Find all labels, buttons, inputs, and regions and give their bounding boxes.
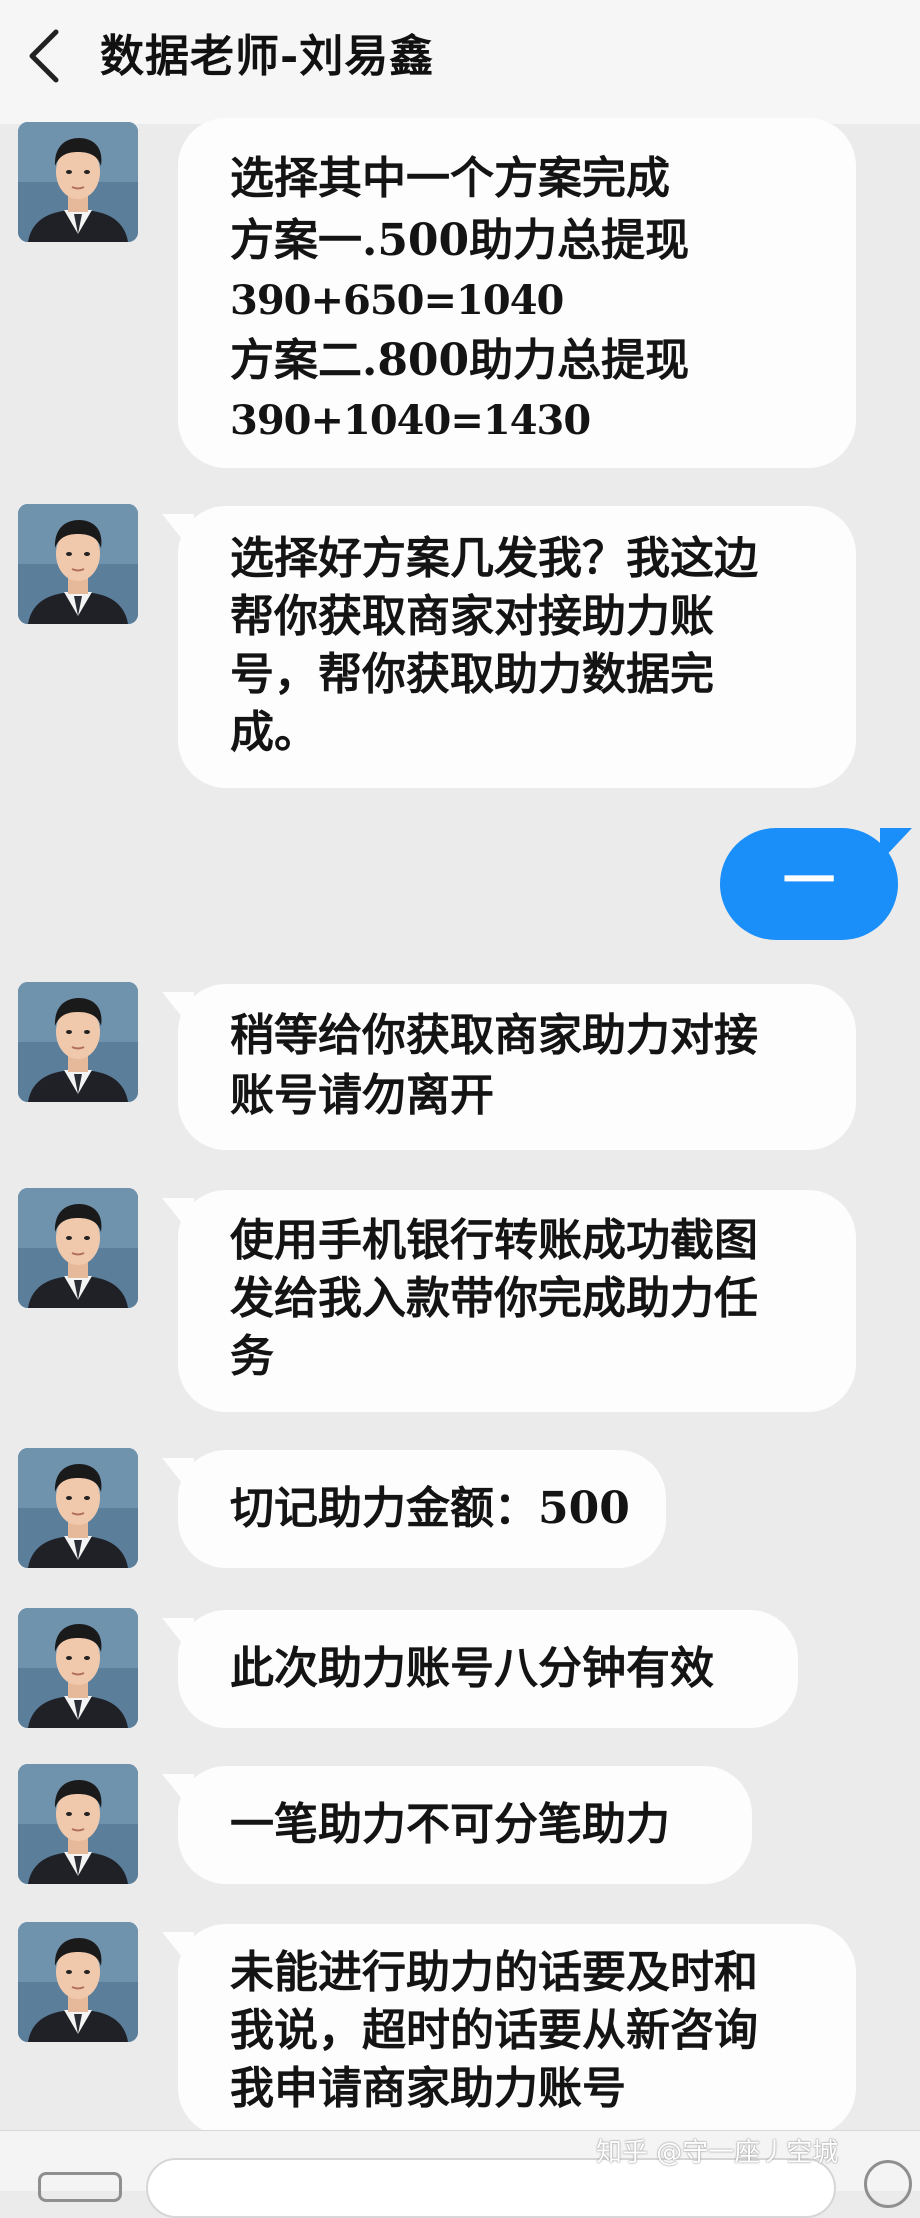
message-line: 选择好方案几发我？我这边 <box>230 533 758 584</box>
message-bubble: 选择好方案几发我？我这边 帮你获取商家对接助力账 号，帮你获取助力数据完 成。 <box>162 506 856 788</box>
message-line: 选择其中一个方案完成 <box>230 153 670 204</box>
message-bubble: 一笔助力不可分笔助力 <box>162 1766 752 1884</box>
bubble-tail <box>162 1774 194 1814</box>
bubble-tail <box>162 1458 194 1498</box>
message-line: 成。 <box>230 707 318 758</box>
bubble-tail <box>162 514 194 554</box>
message-line: 帮你获取商家对接助力账 <box>230 591 714 642</box>
message-bubble: 稍等给你获取商家助力对接 账号请勿离开 <box>162 984 856 1150</box>
message-line: 账号请勿离开 <box>230 1070 494 1121</box>
message-line: 390+1040=1430 <box>230 397 591 444</box>
message-line: 一笔助力不可分笔助力 <box>230 1799 670 1850</box>
avatar[interactable] <box>18 1188 138 1308</box>
avatar[interactable] <box>18 982 138 1102</box>
watermark: 知乎 @守一座丿空城 <box>596 2138 839 2168</box>
bubble-tail <box>162 992 194 1032</box>
avatar[interactable] <box>18 1448 138 1568</box>
message-line: 390+650=1040 <box>230 277 564 324</box>
message-bubble: 切记助力金额：500 <box>162 1450 666 1568</box>
message-line: 此次助力账号八分钟有效 <box>230 1643 714 1694</box>
keyboard-icon[interactable] <box>38 2172 122 2202</box>
avatar[interactable] <box>18 1764 138 1884</box>
message-bubble: 未能进行助力的话要及时和 我说，超时的话要从新咨询 我申请商家助力账号 <box>162 1924 856 2136</box>
message-line: 号，帮你获取助力数据完 <box>230 649 714 700</box>
message-line: 使用手机银行转账成功截图 <box>230 1215 758 1266</box>
message-line: 未能进行助力的话要及时和 <box>230 1947 758 1998</box>
message-bubble: 选择其中一个方案完成 方案一.500助力总提现 390+650=1040 方案二… <box>178 118 856 468</box>
message-line: 切记助力金额：500 <box>230 1483 630 1534</box>
sent-message-text: 一 <box>782 851 835 912</box>
message-bubble: 使用手机银行转账成功截图 发给我入款带你完成助力任 务 <box>162 1190 856 1412</box>
message-bubble: 此次助力账号八分钟有效 <box>162 1610 798 1728</box>
back-icon[interactable] <box>22 26 66 86</box>
chat-title: 数据老师-刘易鑫 <box>100 31 435 82</box>
bubble-tail <box>162 1932 194 1972</box>
message-line: 稍等给你获取商家助力对接 <box>230 1010 758 1061</box>
bubble-tail <box>162 1198 194 1238</box>
avatar[interactable] <box>18 1922 138 2042</box>
avatar[interactable] <box>18 122 138 242</box>
message-line: 方案一.500助力总提现 <box>230 215 690 266</box>
sent-message-bubble: 一 <box>720 828 912 940</box>
message-line: 我申请商家助力账号 <box>230 2063 626 2114</box>
plus-icon[interactable] <box>864 2160 912 2208</box>
message-line: 方案二.800助力总提现 <box>230 335 690 386</box>
message-line: 务 <box>230 1331 274 1382</box>
chat-header: 数据老师-刘易鑫 <box>0 0 920 124</box>
avatar[interactable] <box>18 504 138 624</box>
avatar[interactable] <box>18 1608 138 1728</box>
message-line: 发给我入款带你完成助力任 <box>230 1273 758 1324</box>
message-line: 我说，超时的话要从新咨询 <box>230 2005 758 2056</box>
bubble-tail <box>162 1618 194 1658</box>
